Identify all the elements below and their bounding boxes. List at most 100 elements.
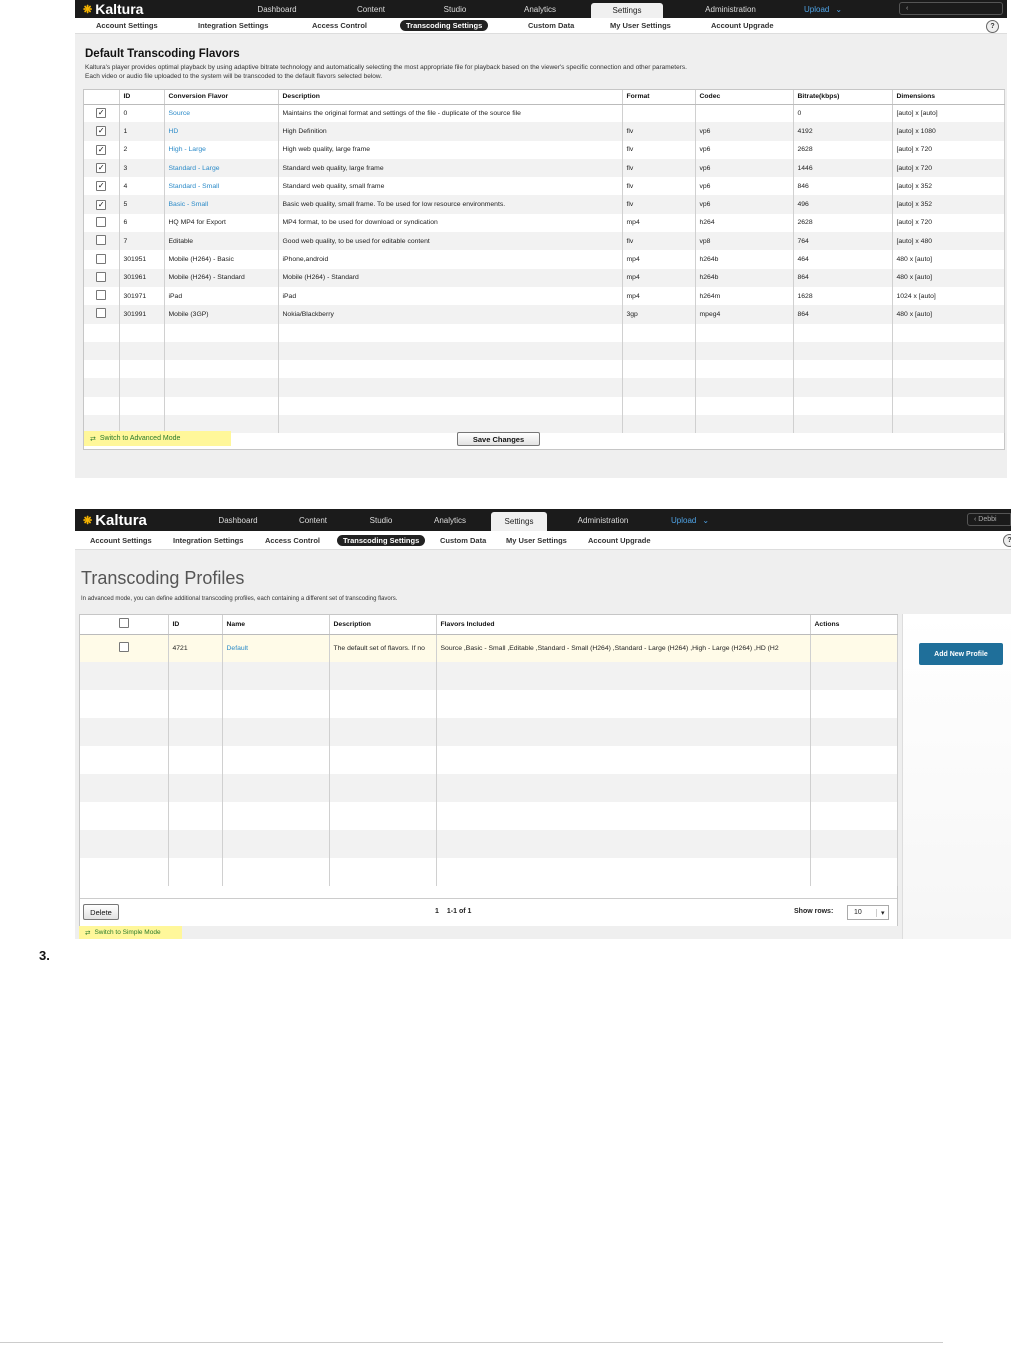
empty-cell bbox=[329, 746, 437, 774]
empty-row bbox=[84, 341, 1005, 361]
back-button-2[interactable]: ‹ Debbi bbox=[967, 513, 1011, 526]
select-cell bbox=[84, 268, 120, 287]
page-intro-2: In advanced mode, you can define additio… bbox=[81, 596, 398, 602]
help-icon[interactable]: ? bbox=[986, 20, 999, 33]
empty-cell bbox=[119, 360, 165, 379]
delete-button[interactable]: Delete bbox=[83, 904, 119, 920]
profile-actions[interactable] bbox=[810, 634, 898, 662]
subnav-account-upgrade[interactable]: Account Upgrade bbox=[711, 21, 774, 30]
flavor-checkbox[interactable]: ✓ bbox=[96, 199, 107, 210]
nav-dashboard[interactable]: Dashboard bbox=[233, 0, 321, 18]
nav-content-2[interactable]: Content bbox=[273, 509, 353, 531]
profile-name-link[interactable]: Default bbox=[222, 634, 330, 662]
subnav-integration-settings-2[interactable]: Integration Settings bbox=[173, 536, 243, 545]
add-new-profile-button[interactable]: Add New Profile bbox=[919, 643, 1003, 665]
flavor-checkbox[interactable]: ✓ bbox=[96, 144, 107, 155]
flavor-checkbox[interactable] bbox=[96, 235, 107, 246]
nav-analytics-2[interactable]: Analytics bbox=[409, 509, 491, 531]
page-number[interactable]: 1 bbox=[435, 908, 439, 915]
flavor-checkbox[interactable]: ✓ bbox=[96, 108, 107, 119]
flavor-checkbox[interactable] bbox=[96, 253, 107, 264]
flavor-checkbox[interactable]: ✓ bbox=[96, 126, 107, 137]
empty-cell bbox=[119, 396, 165, 416]
switch-to-simple-mode-link[interactable]: ⇄ Switch to Simple Mode bbox=[79, 926, 182, 939]
empty-cell bbox=[222, 718, 330, 746]
subnav-access-control-2[interactable]: Access Control bbox=[265, 536, 320, 545]
flavor-checkbox[interactable] bbox=[96, 216, 107, 227]
flavor-id: 301971 bbox=[119, 286, 165, 306]
flavor-checkbox[interactable]: ✓ bbox=[96, 163, 107, 174]
settings-subnav-2: Account Settings Integration Settings Ac… bbox=[75, 531, 1011, 550]
empty-cell bbox=[278, 323, 623, 342]
flavor-name[interactable]: Standard - Large bbox=[164, 158, 279, 178]
flavor-codec: h264b bbox=[695, 268, 794, 287]
empty-cell bbox=[80, 690, 169, 718]
subnav-custom-data[interactable]: Custom Data bbox=[528, 21, 574, 30]
save-changes-button[interactable]: Save Changes bbox=[457, 432, 540, 446]
back-button[interactable]: ‹ bbox=[899, 2, 1003, 15]
subnav-transcoding-settings-2[interactable]: Transcoding Settings bbox=[337, 534, 426, 546]
nav-dashboard-2[interactable]: Dashboard bbox=[203, 509, 273, 531]
flavor-name: Mobile (H264) - Basic bbox=[164, 250, 279, 269]
subnav-account-upgrade-2[interactable]: Account Upgrade bbox=[588, 536, 651, 545]
empty-cell bbox=[892, 323, 1005, 342]
flavor-format: mp4 bbox=[622, 268, 696, 287]
flavor-name[interactable]: High - Large bbox=[164, 140, 279, 159]
flavor-name[interactable]: Source bbox=[164, 104, 279, 123]
empty-cell bbox=[793, 378, 893, 397]
upload-menu-2[interactable]: Upload ⌄ bbox=[671, 516, 709, 525]
select-all-checkbox[interactable] bbox=[118, 618, 129, 629]
flavor-checkbox[interactable] bbox=[96, 308, 107, 319]
empty-cell bbox=[80, 662, 169, 690]
flavor-description: High Definition bbox=[278, 122, 623, 141]
nav-studio-2[interactable]: Studio bbox=[353, 509, 409, 531]
upload-menu[interactable]: Upload ⌄ bbox=[804, 5, 842, 14]
help-icon-2[interactable]: ? bbox=[1003, 534, 1011, 547]
flavor-id: 3 bbox=[119, 158, 165, 178]
empty-cell bbox=[329, 858, 437, 886]
flavor-format bbox=[622, 104, 696, 123]
nav-administration[interactable]: Administration bbox=[663, 0, 798, 18]
kaltura-logo: ❋ Kaltura bbox=[75, 1, 233, 17]
empty-cell bbox=[329, 662, 437, 690]
nav-studio[interactable]: Studio bbox=[421, 0, 489, 18]
empty-cell bbox=[622, 360, 696, 379]
dropdown-arrow-icon: ▾ bbox=[876, 908, 885, 917]
flavor-name[interactable]: Standard - Small bbox=[164, 177, 279, 196]
subnav-transcoding-settings[interactable]: Transcoding Settings bbox=[400, 20, 489, 31]
subnav-custom-data-2[interactable]: Custom Data bbox=[440, 536, 486, 545]
flavor-row: 301971 iPad iPad mp4 h264m 1628 1024 x [auto] bbox=[84, 286, 1005, 306]
empty-cell bbox=[436, 662, 811, 690]
switch-to-advanced-mode-link[interactable]: ⇄ Switch to Advanced Mode bbox=[84, 431, 231, 446]
empty-row bbox=[80, 830, 898, 858]
flavor-name[interactable]: HD bbox=[164, 122, 279, 141]
flavor-dimensions: [auto] x 480 bbox=[892, 232, 1005, 251]
flavor-checkbox[interactable]: ✓ bbox=[96, 181, 107, 192]
profile-checkbox[interactable] bbox=[118, 642, 129, 653]
flavor-checkbox[interactable] bbox=[96, 271, 107, 282]
nav-administration-2[interactable]: Administration bbox=[547, 509, 659, 531]
empty-cell bbox=[119, 378, 165, 397]
show-rows-select[interactable]: 10 ▾ bbox=[847, 905, 889, 920]
flavor-dimensions: [auto] x 352 bbox=[892, 177, 1005, 196]
profile-row[interactable]: 4721 Default The default set of flavors. I… bbox=[80, 634, 898, 662]
select-cell bbox=[84, 213, 120, 233]
nav-content[interactable]: Content bbox=[321, 0, 421, 18]
nav-settings[interactable]: Settings bbox=[591, 3, 663, 18]
subnav-account-settings[interactable]: Account Settings bbox=[96, 21, 158, 30]
flavor-codec: mpeg4 bbox=[695, 305, 794, 324]
subnav-integration-settings[interactable]: Integration Settings bbox=[198, 21, 268, 30]
nav-analytics[interactable]: Analytics bbox=[489, 0, 591, 18]
empty-cell bbox=[436, 802, 811, 830]
flavor-codec: vp6 bbox=[695, 140, 794, 159]
subnav-account-settings-2[interactable]: Account Settings bbox=[90, 536, 152, 545]
flavor-dimensions: 480 x [auto] bbox=[892, 268, 1005, 287]
flavor-name[interactable]: Basic - Small bbox=[164, 195, 279, 214]
empty-cell bbox=[222, 746, 330, 774]
subnav-my-user-settings-2[interactable]: My User Settings bbox=[506, 536, 567, 545]
flavor-checkbox[interactable] bbox=[96, 290, 107, 301]
subnav-access-control[interactable]: Access Control bbox=[312, 21, 367, 30]
nav-settings-2[interactable]: Settings bbox=[491, 512, 547, 531]
subnav-my-user-settings[interactable]: My User Settings bbox=[610, 21, 671, 30]
actions-side-panel: Add New Profile bbox=[902, 614, 1011, 939]
